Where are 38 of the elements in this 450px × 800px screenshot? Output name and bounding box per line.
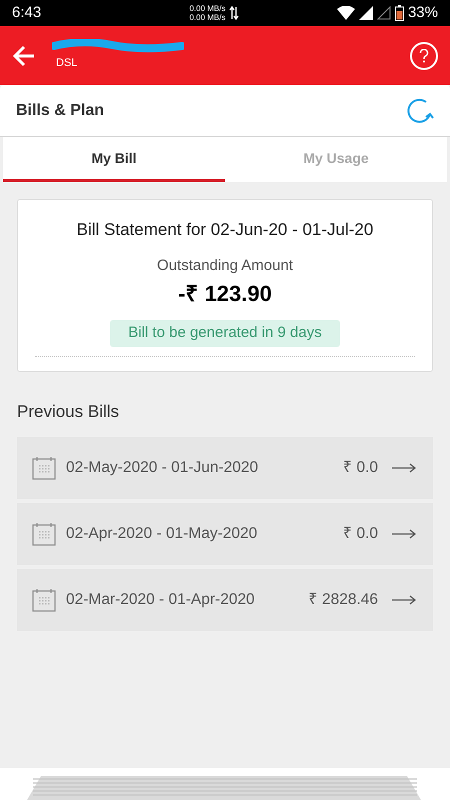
signal-icon (358, 6, 373, 20)
statement-title: Bill Statement for 02-Jun-20 - 01-Jul-20 (76, 219, 374, 241)
clock: 6:43 (12, 2, 42, 23)
arrow-right-icon (392, 529, 416, 539)
back-arrow-icon (12, 44, 36, 68)
bill-amount: ₹ 0.0 (343, 524, 378, 544)
account-type: DSL (56, 56, 78, 72)
outstanding-amount: -₹ 123.90 (178, 280, 272, 308)
bill-amount: ₹ 0.0 (343, 458, 378, 478)
bill-period: 02-May-2020 - 01-Jun-2020 (66, 458, 260, 478)
bill-period: 02-Mar-2020 - 01-Apr-2020 (66, 590, 256, 610)
download-speed: 0.00 MB/s (189, 13, 226, 22)
bill-notice: Bill to be generated in 9 days (110, 320, 340, 346)
back-button[interactable] (12, 44, 36, 68)
bill-period: 02-Apr-2020 - 01-May-2020 (66, 524, 258, 544)
data-arrows-icon (229, 6, 240, 20)
tab[interactable]: My Bill (3, 137, 225, 182)
arrow-right-icon (392, 595, 416, 605)
calendar-icon (32, 456, 56, 480)
section-title: Bills & Plan (16, 100, 104, 120)
wifi-icon (336, 6, 355, 20)
refresh-icon (406, 96, 434, 124)
battery-level: 33% (408, 2, 438, 23)
previous-bills-title: Previous Bills (17, 400, 120, 422)
calendar-icon (32, 588, 56, 612)
bill-amount: ₹ 2828.46 (308, 590, 378, 610)
bill-row[interactable]: 02-Mar-2020 - 01-Apr-2020 ₹ 2828.46 (17, 569, 433, 631)
bill-row[interactable]: 02-Apr-2020 - 01-May-2020 ₹ 0.0 (17, 503, 433, 565)
bill-row[interactable]: 02-May-2020 - 01-Jun-2020 ₹ 0.0 (17, 437, 433, 499)
upload-speed: 0.00 MB/s (189, 4, 226, 13)
help-button[interactable] (410, 42, 438, 70)
help-icon (419, 48, 429, 62)
battery-icon (394, 5, 404, 21)
calendar-icon (32, 522, 56, 546)
signal-icon (376, 6, 391, 20)
arrow-right-icon (392, 463, 416, 473)
refresh-button[interactable] (406, 96, 434, 124)
amount-label: Outstanding Amount (157, 256, 293, 276)
